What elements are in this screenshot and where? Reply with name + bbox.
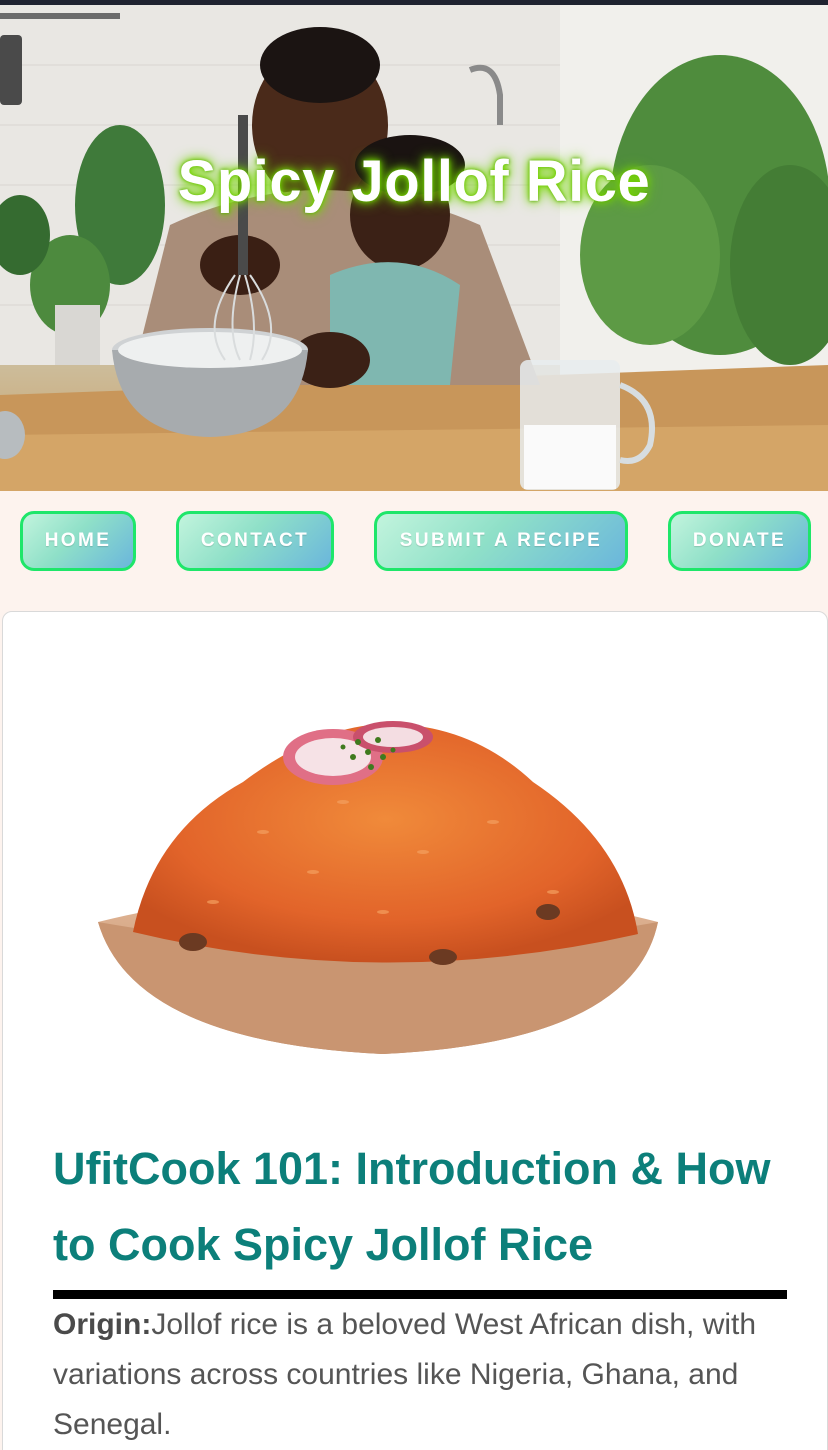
main-nav: HOME CONTACT SUBMIT A RECIPE DONATE (0, 491, 828, 606)
origin-label: Origin: (53, 1308, 152, 1341)
nav-contact-button[interactable]: CONTACT (176, 511, 334, 571)
jollof-rice-image (98, 721, 658, 1054)
recipe-card: UfitCook 101: Introduction & How to Cook… (2, 611, 828, 1450)
title-divider (53, 1290, 787, 1299)
hero-title: Spicy Jollof Rice (177, 149, 651, 214)
nav-donate-button[interactable]: DONATE (668, 511, 811, 571)
nav-home-button[interactable]: HOME (20, 511, 136, 571)
article-title: UfitCook 101: Introduction & How to Cook… (53, 1143, 771, 1270)
hero-photo (0, 5, 828, 491)
nav-submit-recipe-button[interactable]: SUBMIT A RECIPE (374, 511, 628, 571)
origin-text: Jollof rice is a beloved West African di… (53, 1308, 757, 1441)
origin-paragraph: Origin:Jollof rice is a beloved West Afr… (53, 1300, 773, 1450)
hero-banner: Spicy Jollof Rice (0, 5, 828, 491)
